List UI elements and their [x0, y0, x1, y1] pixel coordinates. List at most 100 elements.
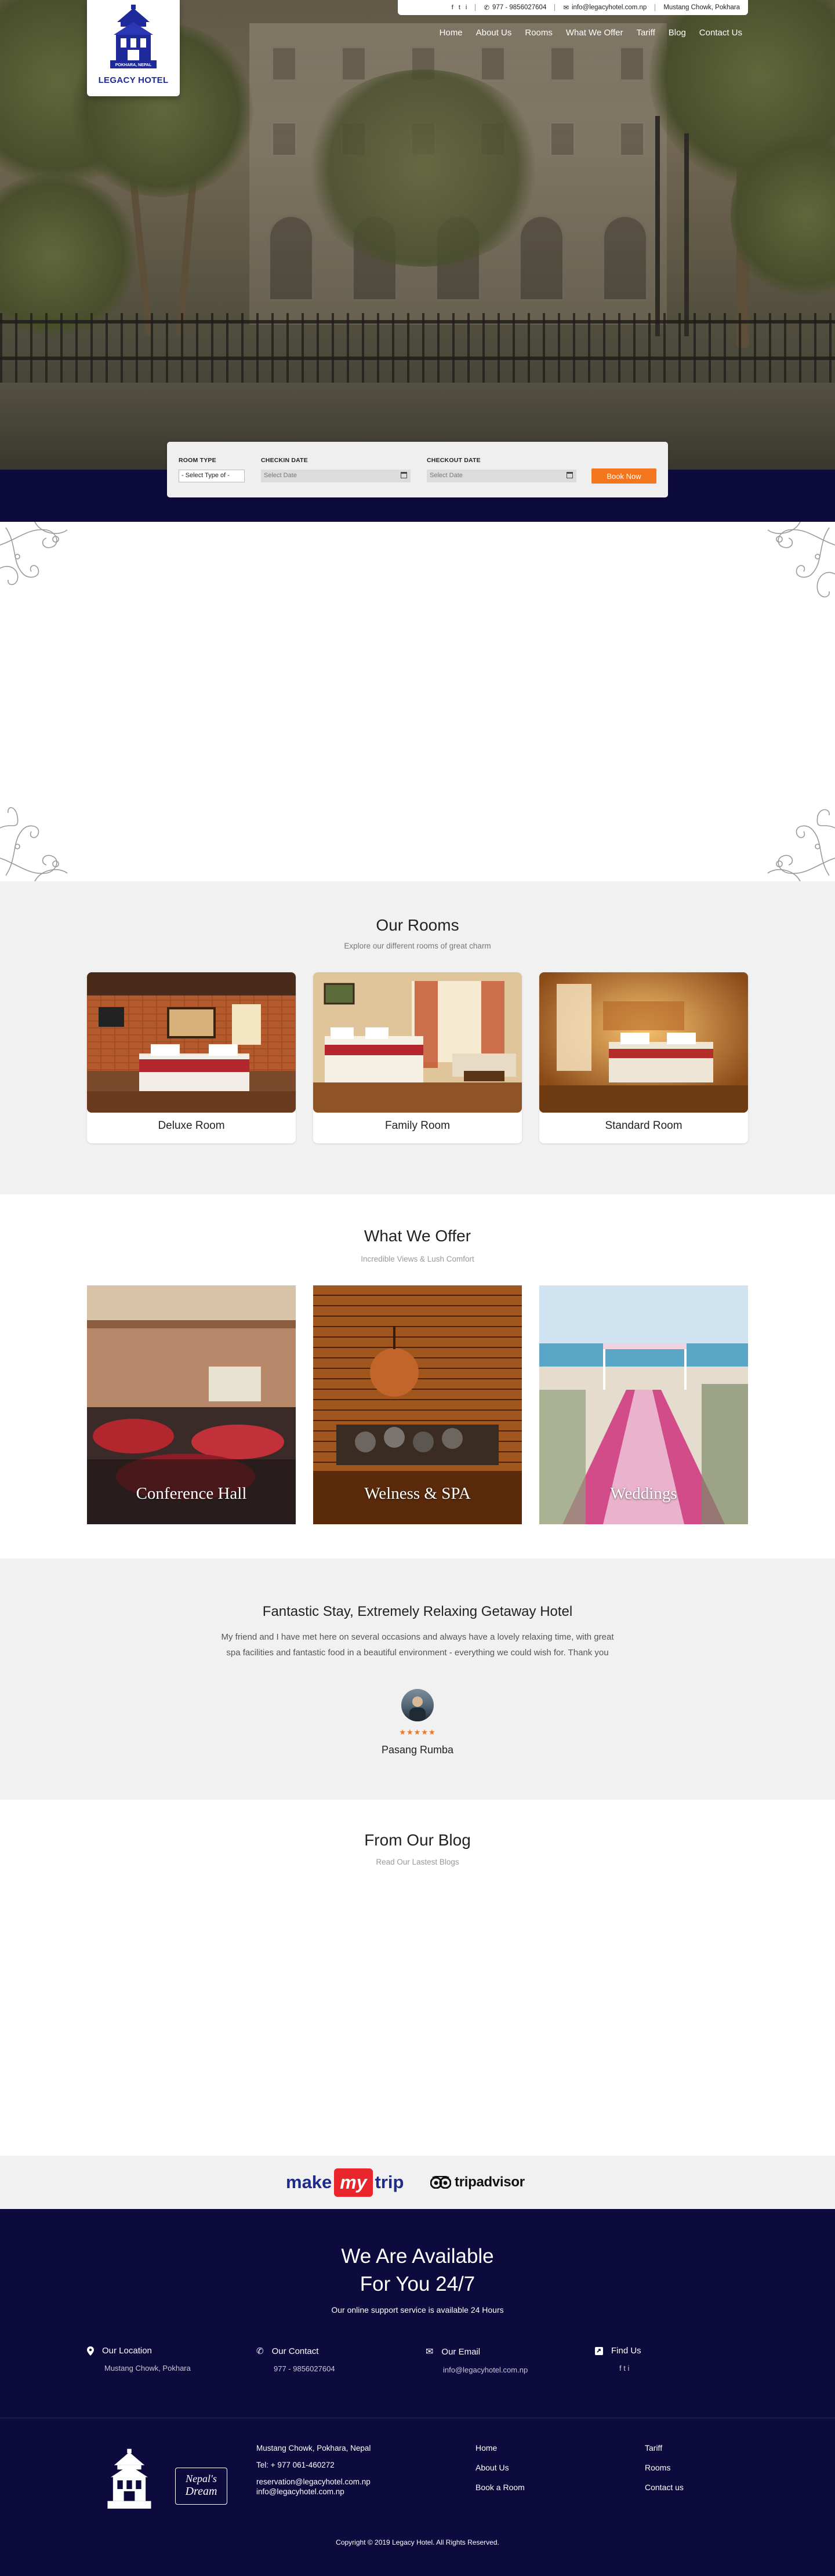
makemytrip-logo[interactable]: make my trip: [286, 2161, 404, 2203]
rooms-subtitle: Explore our different rooms of great cha…: [344, 942, 491, 950]
nav-blog[interactable]: Blog: [669, 28, 686, 38]
envelope-icon: ✉: [426, 2347, 434, 2357]
footer-logo-icon: [107, 2448, 151, 2509]
offer-name: Weddings: [610, 1484, 677, 1503]
main-nav: Home About Us Rooms What We Offer Tariff…: [440, 28, 742, 38]
footer-contact: ✆ Our Contact 977 - 9856027604: [256, 2346, 419, 2374]
room-card[interactable]: Deluxe Room: [87, 972, 296, 1143]
footer-address: Mustang Chowk, Pokhara, Nepal Tel: + 977…: [256, 2444, 371, 2496]
phone-icon: ✆: [484, 5, 489, 12]
logo-temple-icon: POKHARA, NEPAL: [110, 5, 157, 68]
copyright: Copyright © 2019 Legacy Hotel. All Right…: [336, 2538, 499, 2546]
footer-col-title: Our Contact: [271, 2346, 319, 2356]
ornament-bottom-right-icon: [767, 809, 835, 881]
room-name: Deluxe Room: [158, 1120, 225, 1132]
topbar-location-text: Mustang Chowk, Pokhara: [663, 4, 740, 11]
room-name: Standard Room: [605, 1120, 682, 1132]
owl-icon: [430, 2176, 451, 2189]
nav-what-we-offer[interactable]: What We Offer: [566, 28, 623, 38]
footer-col-value[interactable]: info@legacyhotel.com.np: [426, 2366, 588, 2374]
offer-card[interactable]: Weddings: [539, 1285, 748, 1524]
book-now-button[interactable]: Book Now: [591, 468, 656, 484]
nav-home[interactable]: Home: [440, 28, 463, 38]
ornament-bottom-left-icon: [0, 807, 68, 881]
avatar: [401, 1689, 434, 1721]
footer-link-about-us[interactable]: About Us: [475, 2463, 525, 2472]
ornament-section: [0, 522, 835, 881]
testimonial-text: My friend and I have met here on several…: [221, 1632, 614, 1658]
room-card[interactable]: Family Room: [313, 972, 522, 1143]
logo-tagline: POKHARA, NEPAL: [115, 63, 152, 67]
tripadvisor-logo[interactable]: tripadvisor: [430, 2172, 525, 2193]
rating-stars: ★★★★★: [399, 1728, 436, 1736]
nav-about-us[interactable]: About Us: [476, 28, 512, 38]
footer-col-value: Mustang Chowk, Pokhara: [104, 2364, 191, 2372]
topbar-email-text: info@legacyhotel.com.np: [572, 4, 647, 11]
rooms-section: Our Rooms Explore our different rooms of…: [0, 881, 835, 1194]
blog-subtitle: Read Our Lastest Blogs: [376, 1858, 459, 1866]
checkout-date-input[interactable]: Select Date: [427, 470, 576, 482]
site-logo[interactable]: POKHARA, NEPAL LEGACY HOTEL: [87, 0, 180, 96]
calendar-icon: [567, 472, 573, 478]
footer-email: ✉ Our Email info@legacyhotel.com.np: [426, 2346, 588, 2375]
footer-links-2: Tariff Rooms Contact us: [645, 2443, 684, 2502]
phone-icon: ✆: [256, 2346, 264, 2356]
nav-tariff[interactable]: Tariff: [637, 28, 655, 38]
ornament-top-left-icon: [0, 522, 68, 586]
footer-support-note: Our online support service is available …: [331, 2305, 504, 2315]
blog-title: From Our Blog: [364, 1831, 471, 1849]
offer-subtitle: Incredible Views & Lush Comfort: [361, 1255, 474, 1263]
room-name: Family Room: [385, 1120, 450, 1132]
room-type-select[interactable]: - Select Type of -: [179, 470, 245, 482]
offer-title: What We Offer: [364, 1227, 471, 1245]
rooms-title: Our Rooms: [376, 916, 459, 934]
footer-link-home[interactable]: Home: [475, 2443, 525, 2453]
room-card[interactable]: Standard Room: [539, 972, 748, 1143]
footer-link-book-a-room[interactable]: Book a Room: [475, 2483, 525, 2492]
room-type-value: - Select Type of -: [181, 472, 230, 479]
map-pin-icon: [87, 2346, 94, 2356]
nav-rooms[interactable]: Rooms: [525, 28, 553, 38]
standard-room-image: [539, 972, 748, 1113]
offer-card[interactable]: Conference Hall: [87, 1285, 296, 1524]
footer-link-contact-us[interactable]: Contact us: [645, 2483, 684, 2492]
instagram-icon[interactable]: i: [466, 4, 467, 11]
checkout-label: CHECKOUT DATE: [427, 457, 481, 464]
footer-headline-2: For You 24/7: [360, 2273, 475, 2295]
offer-name: Conference Hall: [136, 1484, 247, 1503]
offer-card[interactable]: Welness & SPA: [313, 1285, 522, 1524]
topbar-phone-text: 977 - 9856027604: [492, 4, 547, 11]
footer-headline-1: We Are Available: [341, 2245, 494, 2268]
deluxe-room-image: [87, 972, 296, 1113]
share-square-icon: [595, 2346, 603, 2355]
footer-col-value[interactable]: 977 - 9856027604: [256, 2364, 419, 2373]
social-links: f t i: [452, 4, 467, 11]
testimonial-section: Fantastic Stay, Extremely Relaxing Getaw…: [0, 1558, 835, 1800]
footer: We Are Available For You 24/7 Our online…: [0, 2209, 835, 2576]
footer-col-title: Our Email: [441, 2346, 481, 2357]
testimonial-author: Pasang Rumba: [381, 1744, 454, 1756]
footer-col-title: Find Us: [611, 2346, 641, 2356]
family-room-image: [313, 972, 522, 1113]
footer-link-tariff[interactable]: Tariff: [645, 2443, 684, 2453]
checkin-date-input[interactable]: Select Date: [261, 470, 411, 482]
footer-links-1: Home About Us Book a Room: [475, 2443, 525, 2502]
topbar-phone[interactable]: ✆ 977 - 9856027604: [484, 3, 546, 12]
facebook-icon[interactable]: f: [452, 4, 453, 11]
footer-link-rooms[interactable]: Rooms: [645, 2463, 684, 2472]
footer-location: Our Location Mustang Chowk, Pokhara: [87, 2346, 249, 2372]
calendar-icon: [401, 472, 407, 478]
footer-find-us: Find Us f t i: [595, 2346, 757, 2372]
nav-contact-us[interactable]: Contact Us: [699, 28, 742, 38]
twitter-icon[interactable]: t: [459, 4, 460, 11]
blog-section: From Our Blog Read Our Lastest Blogs: [0, 1800, 835, 2156]
checkin-label: CHECKIN DATE: [261, 457, 308, 464]
footer-social-icons[interactable]: f t i: [595, 2364, 757, 2372]
room-type-label: ROOM TYPE: [179, 457, 216, 464]
offer-name: Welness & SPA: [364, 1484, 471, 1503]
footer-col-title: Our Location: [102, 2346, 152, 2356]
partners-section: make my trip tripadvisor: [0, 2156, 835, 2209]
testimonial-title: Fantastic Stay, Extremely Relaxing Getaw…: [262, 1604, 573, 1619]
topbar-email[interactable]: ✉ info@legacyhotel.com.np: [563, 3, 647, 12]
envelope-icon: ✉: [563, 5, 569, 12]
